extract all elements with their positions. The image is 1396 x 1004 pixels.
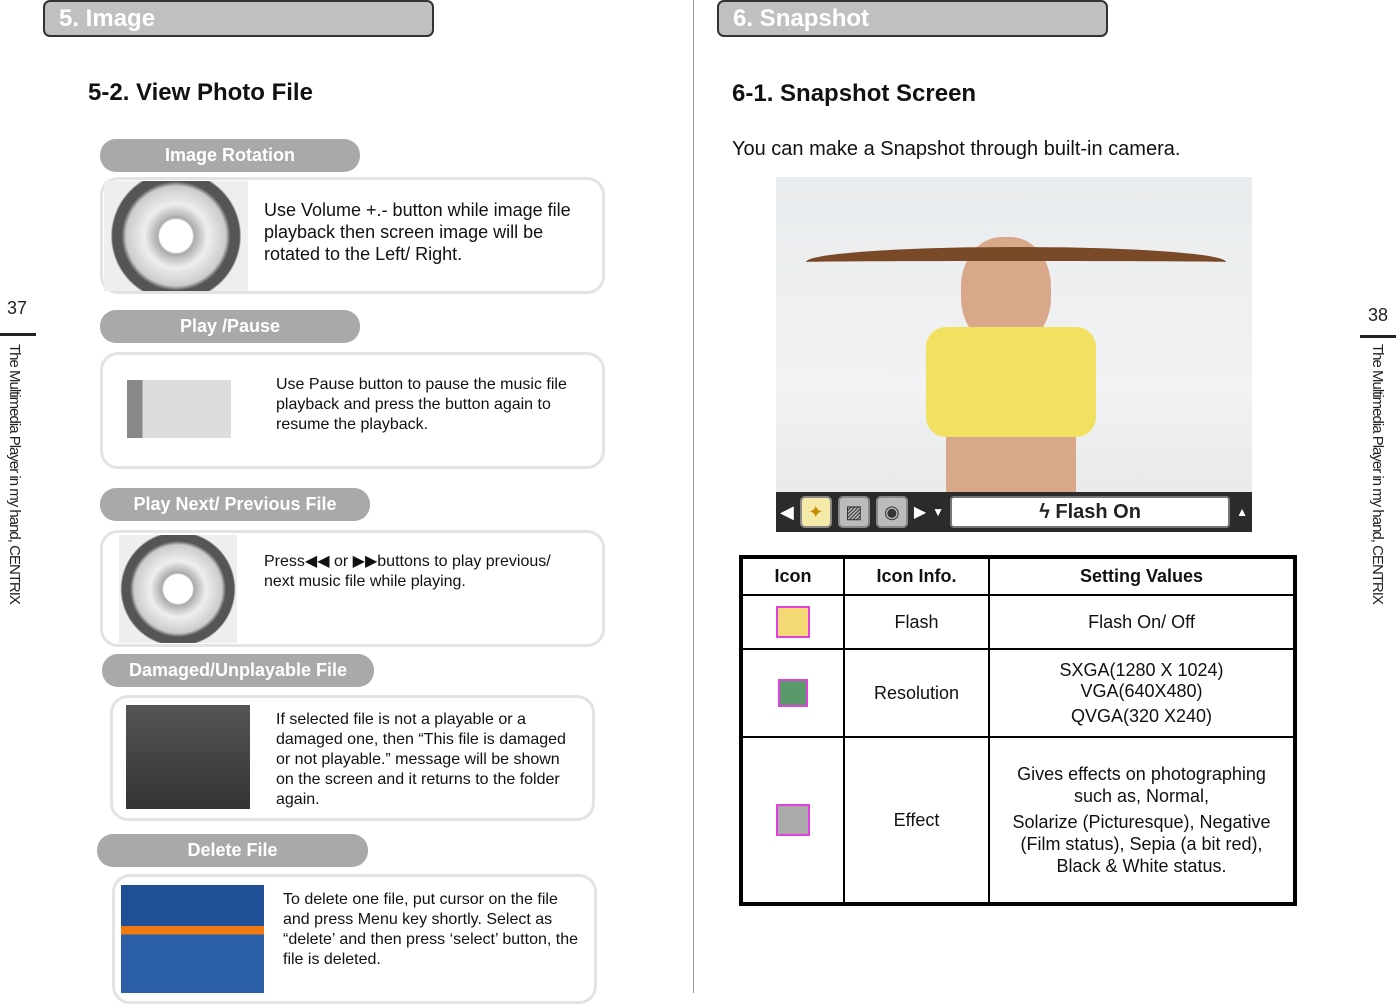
table-row: Resolution SXGA(1280 X 1024) VGA(640X480… [740, 648, 1296, 738]
previous-icon: ◀◀ [304, 553, 330, 570]
flash-status-text: Flash On [1055, 501, 1141, 523]
value-line: SXGA(1280 X 1024) [1059, 659, 1224, 680]
lightning-icon: ϟ [1039, 501, 1050, 523]
item-text: If selected file is not a playable or a … [276, 711, 566, 808]
hair [806, 247, 1226, 277]
item-title: Play /Pause [100, 310, 360, 343]
setting-values: Flash On/ Off [988, 594, 1296, 650]
effect-icon [776, 804, 810, 836]
intro-text: You can make a Snapshot through built-in… [732, 138, 1181, 160]
flash-icon[interactable]: ✦ [799, 496, 832, 528]
chapter-title: 5. Image [43, 0, 434, 37]
item-title: Image Rotation [100, 139, 360, 172]
icon-info: Effect [843, 736, 990, 905]
item-text: To delete one file, put cursor on the fi… [283, 891, 578, 968]
down-arrow-icon[interactable]: ▼ [932, 505, 944, 519]
header-icon: Icon [740, 556, 845, 596]
flash-icon [776, 606, 810, 638]
item-text: Use Pause button to pause the music file… [276, 376, 567, 433]
right-arrow-icon[interactable]: ▶ [914, 502, 926, 522]
divider [0, 333, 36, 336]
side-text: The Multimedia Player in my hand, CENTRI… [6, 344, 23, 604]
icon-table: Icon Icon Info. Setting Values Flash Fla… [739, 555, 1297, 906]
item-title: Damaged/Unplayable File [102, 654, 374, 687]
next-icon: ▶▶ [352, 553, 378, 570]
value-line: QVGA(320 X240) [1070, 705, 1213, 726]
value-line: Gives effects on photographing such as, … [1017, 764, 1266, 806]
item-title: Play Next/ Previous File [100, 488, 370, 521]
section-title: 6-1. Snapshot Screen [732, 80, 977, 107]
page-divider [693, 0, 694, 993]
text: Press [264, 553, 305, 570]
value-line: Solarize (Picturesque), Negative (Film s… [1012, 812, 1271, 876]
table-row: Effect Gives effects on photographing su… [740, 736, 1296, 905]
text: or [333, 553, 349, 570]
item-text: Press◀◀ or ▶▶buttons to play previous/ n… [264, 552, 584, 592]
item-title: Delete File [97, 834, 368, 867]
music-box-screenshot [121, 885, 264, 993]
flash-status: ϟ Flash On [950, 496, 1231, 528]
section-title: 5-2. View Photo File [88, 79, 313, 106]
value-line: VGA(640X480) [1080, 680, 1203, 701]
page-number: 37 [7, 298, 28, 318]
pause-button-icon [127, 380, 231, 438]
setting-values: SXGA(1280 X 1024) VGA(640X480) QVGA(320 … [988, 648, 1296, 738]
left-arrow-icon[interactable]: ◀ [780, 502, 794, 523]
snapshot-photo: ◀ ✦ ▨ ◉ ▶ ▼ ϟ Flash On ▲ [776, 177, 1252, 532]
effect-icon[interactable]: ◉ [875, 496, 908, 528]
page-number: 38 [1368, 305, 1389, 325]
icon-info: Flash [843, 594, 990, 650]
video-box-screenshot [126, 705, 250, 809]
camera-toolbar: ◀ ✦ ▨ ◉ ▶ ▼ ϟ Flash On ▲ [776, 492, 1252, 532]
item-text: Use Volume +.- button while image file p… [264, 200, 571, 264]
resolution-icon [778, 679, 808, 707]
shirt [926, 327, 1096, 437]
up-arrow-icon[interactable]: ▲ [1236, 505, 1248, 519]
side-text: The Multimedia Player in my hand, CENTRI… [1369, 344, 1386, 604]
dial-pad-icon [119, 535, 237, 643]
table-row: Flash Flash On/ Off [740, 594, 1296, 650]
torso [946, 437, 1076, 497]
resolution-icon[interactable]: ▨ [837, 496, 870, 528]
header-info: Icon Info. [843, 556, 990, 596]
setting-values: Gives effects on photographing such as, … [988, 736, 1296, 905]
icon-info: Resolution [843, 648, 990, 738]
chapter-title: 6. Snapshot [717, 0, 1108, 37]
divider [1360, 335, 1396, 338]
dial-pad-icon [104, 181, 248, 291]
header-values: Setting Values [988, 556, 1296, 596]
